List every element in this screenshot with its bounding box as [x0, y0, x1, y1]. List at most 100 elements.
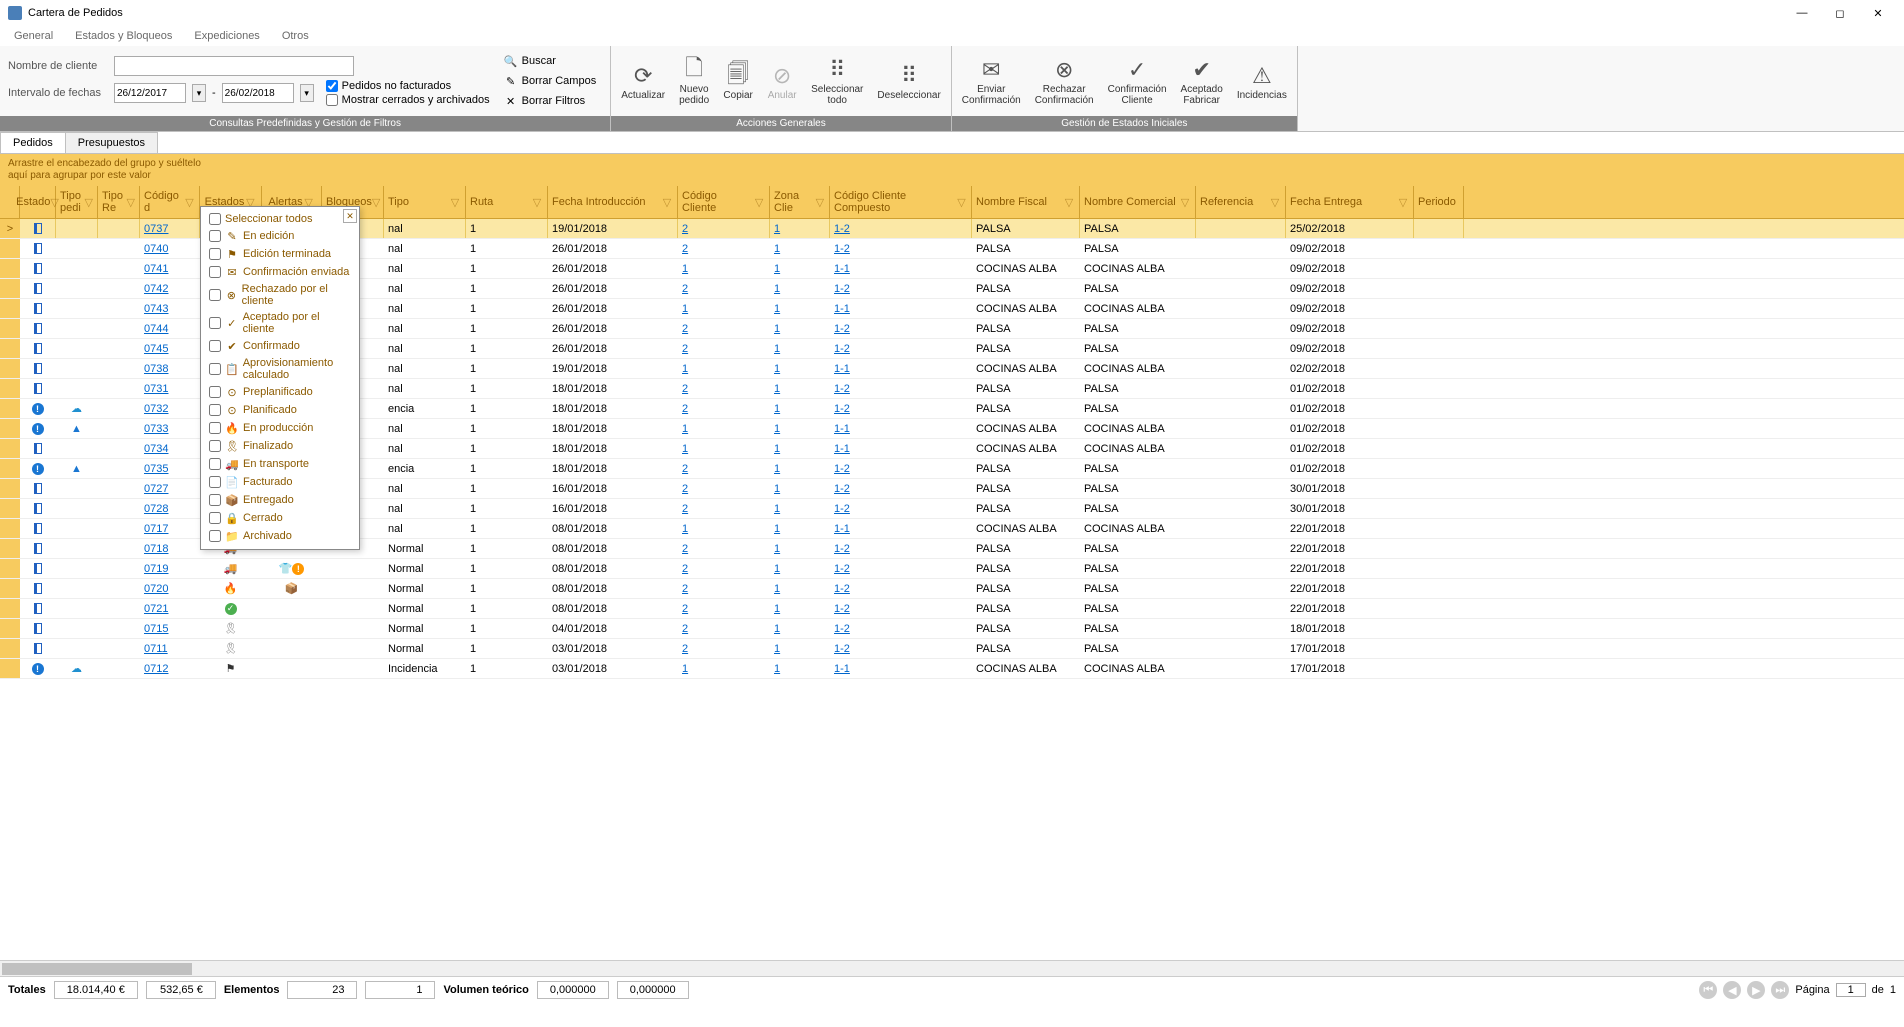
- cell-cod-cliente[interactable]: 1: [678, 659, 770, 678]
- filter-icon[interactable]: ▽: [753, 196, 765, 208]
- cell-zona[interactable]: 1: [770, 559, 830, 578]
- cell-cod-compuesto[interactable]: 1-2: [830, 219, 972, 238]
- cell-cod-compuesto[interactable]: 1-2: [830, 559, 972, 578]
- buscar-button[interactable]: 🔍Buscar: [500, 52, 601, 70]
- cell-cod-cliente[interactable]: 2: [678, 539, 770, 558]
- table-row[interactable]: 0711🎗Normal103/01/2018211-2PALSAPALSA17/…: [0, 639, 1904, 659]
- cell-cod-compuesto[interactable]: 1-2: [830, 279, 972, 298]
- date-to-input[interactable]: [222, 83, 294, 103]
- cell-zona[interactable]: 1: [770, 619, 830, 638]
- filter-option[interactable]: ⊗Rechazado por el cliente: [205, 281, 355, 309]
- row-handle[interactable]: [0, 279, 20, 298]
- row-handle[interactable]: [0, 459, 20, 478]
- cell-cod-compuesto[interactable]: 1-2: [830, 599, 972, 618]
- col-tipore[interactable]: Tipo Re▽: [98, 186, 140, 218]
- table-row[interactable]: 0721✓Normal108/01/2018211-2PALSAPALSA22/…: [0, 599, 1904, 619]
- cell-cod-compuesto[interactable]: 1-2: [830, 619, 972, 638]
- cell-codigo[interactable]: 0737: [140, 219, 200, 238]
- cell-zona[interactable]: 1: [770, 519, 830, 538]
- cell-codigo[interactable]: 0745: [140, 339, 200, 358]
- cell-zona[interactable]: 1: [770, 459, 830, 478]
- nav-last-button[interactable]: ⏭: [1771, 981, 1789, 999]
- cell-cod-compuesto[interactable]: 1-2: [830, 339, 972, 358]
- row-handle[interactable]: [0, 299, 20, 318]
- copiar-button[interactable]: 🗐Copiar: [717, 60, 759, 103]
- row-handle[interactable]: [0, 579, 20, 598]
- cell-zona[interactable]: 1: [770, 339, 830, 358]
- row-handle[interactable]: [0, 399, 20, 418]
- col-tipo[interactable]: Tipo▽: [384, 186, 466, 218]
- filter-option[interactable]: 🔒Cerrado: [205, 509, 355, 527]
- table-row[interactable]: 0719🚚👕!Normal108/01/2018211-2PALSAPALSA2…: [0, 559, 1904, 579]
- col-zona[interactable]: Zona Clie▽: [770, 186, 830, 218]
- cell-zona[interactable]: 1: [770, 539, 830, 558]
- anular-button[interactable]: ⊘Anular: [761, 60, 803, 103]
- cell-zona[interactable]: 1: [770, 379, 830, 398]
- col-fecha-intro[interactable]: Fecha Introducción▽: [548, 186, 678, 218]
- filter-icon[interactable]: ▽: [449, 196, 461, 208]
- filter-option[interactable]: ✔Confirmado: [205, 337, 355, 355]
- cell-codigo[interactable]: 0744: [140, 319, 200, 338]
- cell-zona[interactable]: 1: [770, 359, 830, 378]
- row-handle[interactable]: [0, 539, 20, 558]
- cell-codigo[interactable]: 0733: [140, 419, 200, 438]
- filter-option[interactable]: ⚑Edición terminada: [205, 245, 355, 263]
- row-handle[interactable]: [0, 659, 20, 678]
- filter-option[interactable]: ✉Confirmación enviada: [205, 263, 355, 281]
- enviar-button[interactable]: ✉Enviar Confirmación: [956, 54, 1027, 108]
- aceptado-button[interactable]: ✔Aceptado Fabricar: [1175, 54, 1229, 108]
- cell-zona[interactable]: 1: [770, 399, 830, 418]
- col-tipopedi[interactable]: Tipo pedi▽: [56, 186, 98, 218]
- cell-codigo[interactable]: 0718: [140, 539, 200, 558]
- row-handle[interactable]: [0, 379, 20, 398]
- filter-option[interactable]: 🚚En transporte: [205, 455, 355, 473]
- cell-cod-compuesto[interactable]: 1-1: [830, 519, 972, 538]
- cell-cod-compuesto[interactable]: 1-2: [830, 579, 972, 598]
- tab-presupuestos[interactable]: Presupuestos: [65, 132, 158, 153]
- confirmacion-button[interactable]: ✓Confirmación Cliente: [1102, 54, 1173, 108]
- cell-zona[interactable]: 1: [770, 439, 830, 458]
- cell-cod-compuesto[interactable]: 1-1: [830, 439, 972, 458]
- borrar-filtros-button[interactable]: ✕Borrar Filtros: [500, 92, 601, 110]
- row-handle[interactable]: [0, 419, 20, 438]
- actualizar-button[interactable]: ⟳Actualizar: [615, 60, 671, 103]
- filter-option[interactable]: 📁Archivado: [205, 527, 355, 545]
- cell-codigo[interactable]: 0715: [140, 619, 200, 638]
- filter-icon[interactable]: ▽: [184, 196, 195, 208]
- cell-cod-cliente[interactable]: 2: [678, 499, 770, 518]
- menu-otros[interactable]: Otros: [272, 28, 319, 44]
- cell-codigo[interactable]: 0738: [140, 359, 200, 378]
- filter-option[interactable]: 🎗Finalizado: [205, 437, 355, 455]
- cell-cod-cliente[interactable]: 2: [678, 279, 770, 298]
- cell-zona[interactable]: 1: [770, 479, 830, 498]
- seleccionar-todo-button[interactable]: ⠿Seleccionar todo: [805, 54, 869, 108]
- filter-icon[interactable]: ▽: [1397, 196, 1409, 208]
- cell-cod-cliente[interactable]: 2: [678, 339, 770, 358]
- row-handle[interactable]: [0, 619, 20, 638]
- filter-icon[interactable]: ▽: [956, 196, 967, 208]
- cell-cod-cliente[interactable]: 1: [678, 519, 770, 538]
- col-cod-cliente[interactable]: Código Cliente▽: [678, 186, 770, 218]
- filter-option[interactable]: 📄Facturado: [205, 473, 355, 491]
- cell-codigo[interactable]: 0732: [140, 399, 200, 418]
- table-row[interactable]: 0720🔥📦Normal108/01/2018211-2PALSAPALSA22…: [0, 579, 1904, 599]
- cell-cod-cliente[interactable]: 1: [678, 419, 770, 438]
- row-handle[interactable]: [0, 259, 20, 278]
- minimize-button[interactable]: —: [1792, 3, 1812, 23]
- filter-icon[interactable]: ▽: [815, 196, 825, 208]
- cell-zona[interactable]: 1: [770, 299, 830, 318]
- cell-cod-compuesto[interactable]: 1-1: [830, 659, 972, 678]
- menu-estados[interactable]: Estados y Bloqueos: [65, 28, 182, 44]
- col-referencia[interactable]: Referencia▽: [1196, 186, 1286, 218]
- chk-cerrados[interactable]: [326, 94, 338, 106]
- cell-cod-compuesto[interactable]: 1-1: [830, 259, 972, 278]
- filter-option[interactable]: 🔥En producción: [205, 419, 355, 437]
- row-handle[interactable]: >: [0, 219, 20, 238]
- filter-icon[interactable]: ▽: [127, 196, 135, 208]
- cell-codigo[interactable]: 0731: [140, 379, 200, 398]
- table-row[interactable]: !☁0712⚑Incidencia103/01/2018111-1COCINAS…: [0, 659, 1904, 679]
- col-fecha-entrega[interactable]: Fecha Entrega▽: [1286, 186, 1414, 218]
- row-handle[interactable]: [0, 339, 20, 358]
- cell-cod-cliente[interactable]: 2: [678, 619, 770, 638]
- filter-icon[interactable]: ▽: [372, 196, 380, 208]
